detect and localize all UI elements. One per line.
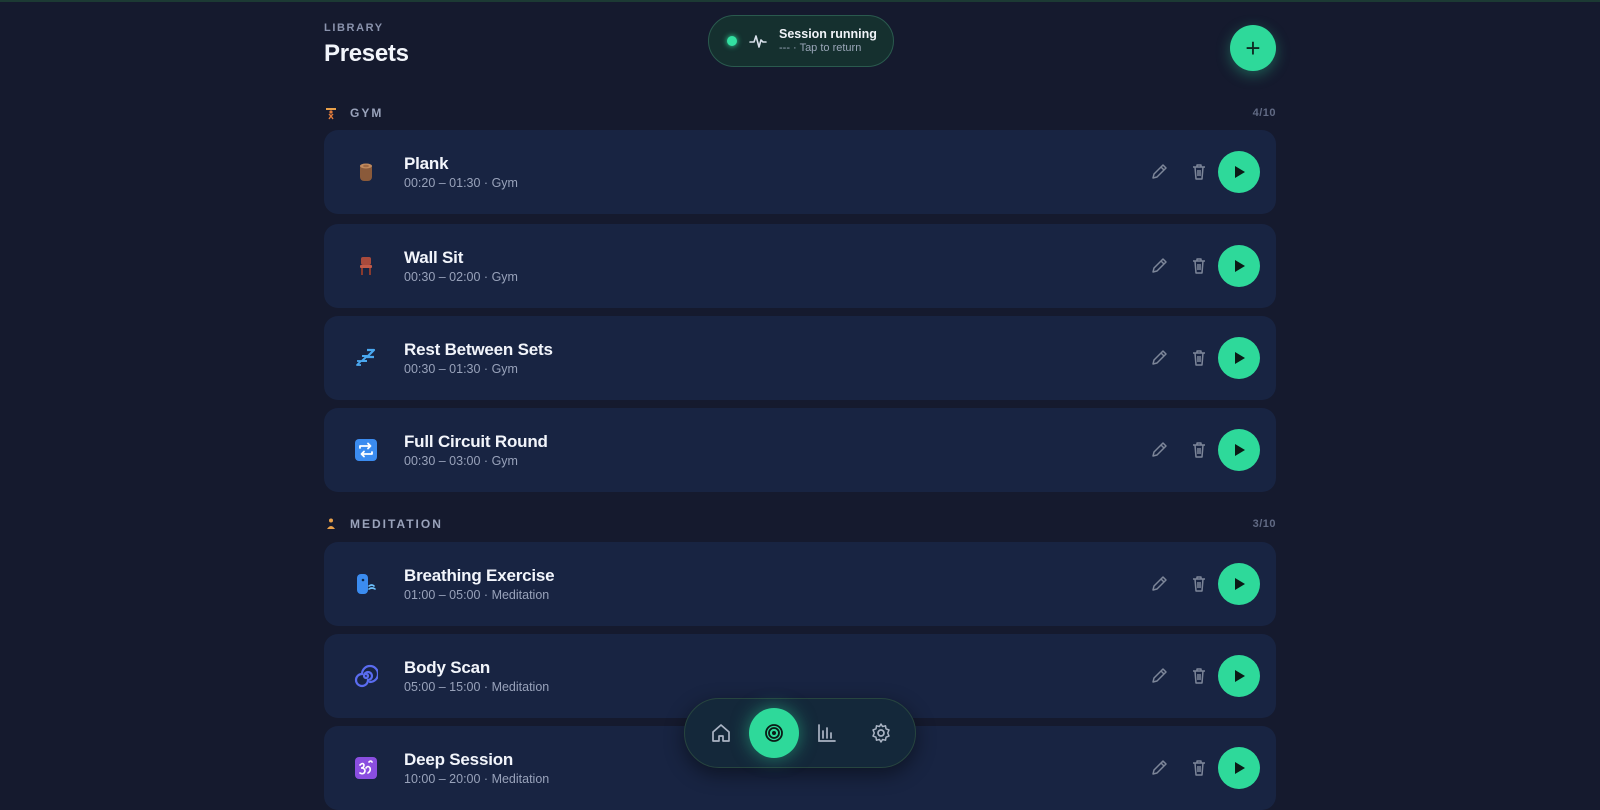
pencil-icon (1148, 161, 1170, 183)
pencil-icon (1148, 665, 1170, 687)
pencil-icon (1148, 347, 1170, 369)
preset-card-breathing-exercise[interactable]: Breathing Exercise 01:00 – 05:00 · Medit… (324, 542, 1276, 626)
play-icon (1231, 668, 1247, 684)
preset-card-plank[interactable]: Plank 00:20 – 01:30 · Gym (324, 130, 1276, 214)
delete-button[interactable] (1188, 757, 1210, 779)
preset-name: Rest Between Sets (404, 339, 553, 360)
trash-icon (1188, 439, 1210, 461)
preset-meta: 01:00 – 05:00 · Meditation (404, 587, 554, 603)
preset-meta: 05:00 – 15:00 · Meditation (404, 679, 549, 695)
play-button[interactable] (1218, 337, 1260, 379)
preset-name: Full Circuit Round (404, 431, 548, 452)
blowing-face-icon (354, 572, 378, 596)
page-eyebrow: LIBRARY (324, 22, 384, 34)
delete-button[interactable] (1188, 255, 1210, 277)
session-running-pill[interactable]: Session running --- · Tap to return (708, 15, 894, 67)
weightlifter-icon (324, 106, 338, 120)
delete-button[interactable] (1188, 347, 1210, 369)
chair-icon (354, 254, 378, 278)
section-header-gym: GYM 4/10 (324, 104, 1276, 122)
preset-meta: 00:30 – 03:00 · Gym (404, 453, 548, 469)
stats-icon[interactable] (815, 721, 839, 745)
nav-presets-active[interactable] (749, 708, 799, 758)
play-button[interactable] (1218, 151, 1260, 193)
play-button[interactable] (1218, 747, 1260, 789)
edit-button[interactable] (1148, 347, 1170, 369)
section-name-meditation: MEDITATION (350, 517, 443, 531)
preset-card-rest-between-sets[interactable]: Rest Between Sets 00:30 – 01:30 · Gym (324, 316, 1276, 400)
preset-meta: 00:30 – 02:00 · Gym (404, 269, 518, 285)
session-subtitle: --- · Tap to return (779, 42, 877, 55)
trash-icon (1188, 161, 1210, 183)
spiral-icon (354, 664, 378, 688)
section-count-meditation: 3/10 (1253, 518, 1276, 530)
trash-icon (1188, 665, 1210, 687)
section-count-gym: 4/10 (1253, 107, 1276, 119)
pencil-icon (1148, 439, 1170, 461)
delete-button[interactable] (1188, 161, 1210, 183)
edit-button[interactable] (1148, 439, 1170, 461)
trash-icon (1188, 347, 1210, 369)
bottom-nav (684, 698, 916, 768)
preset-meta: 00:30 – 01:30 · Gym (404, 361, 553, 377)
play-icon (1231, 164, 1247, 180)
pencil-icon (1148, 255, 1170, 277)
preset-name: Wall Sit (404, 247, 518, 268)
page-title: Presets (324, 40, 409, 68)
home-icon[interactable] (709, 721, 733, 745)
pencil-icon (1148, 757, 1170, 779)
activity-pulse-icon (749, 32, 767, 50)
pencil-icon (1148, 573, 1170, 595)
play-icon (1231, 442, 1247, 458)
zzz-icon (354, 346, 378, 370)
om-icon (354, 756, 378, 780)
preset-card-full-circuit-round[interactable]: Full Circuit Round 00:30 – 03:00 · Gym (324, 408, 1276, 492)
preset-name: Body Scan (404, 657, 549, 678)
play-icon (1231, 350, 1247, 366)
preset-card-wall-sit[interactable]: Wall Sit 00:30 – 02:00 · Gym (324, 224, 1276, 308)
play-button[interactable] (1218, 655, 1260, 697)
session-status-dot (727, 36, 737, 46)
play-button[interactable] (1218, 429, 1260, 471)
lotus-person-icon (324, 517, 338, 531)
edit-button[interactable] (1148, 573, 1170, 595)
play-icon (1231, 576, 1247, 592)
edit-button[interactable] (1148, 255, 1170, 277)
preset-name: Breathing Exercise (404, 565, 554, 586)
settings-icon[interactable] (869, 721, 893, 745)
delete-button[interactable] (1188, 439, 1210, 461)
trash-icon (1188, 757, 1210, 779)
add-preset-button[interactable]: + (1230, 25, 1276, 71)
play-button[interactable] (1218, 245, 1260, 287)
play-icon (1231, 760, 1247, 776)
repeat-icon (354, 438, 378, 462)
edit-button[interactable] (1148, 665, 1170, 687)
delete-button[interactable] (1188, 573, 1210, 595)
play-button[interactable] (1218, 563, 1260, 605)
trash-icon (1188, 573, 1210, 595)
preset-meta: 00:20 – 01:30 · Gym (404, 175, 518, 191)
delete-button[interactable] (1188, 665, 1210, 687)
preset-name: Plank (404, 153, 518, 174)
preset-name: Deep Session (404, 749, 549, 770)
play-icon (1231, 258, 1247, 274)
session-title: Session running (779, 27, 877, 42)
target-icon (762, 721, 786, 745)
preset-meta: 10:00 – 20:00 · Meditation (404, 771, 549, 787)
presets-page: LIBRARY Presets Session running --- · Ta… (324, 0, 1276, 786)
section-name-gym: GYM (350, 106, 383, 120)
section-header-meditation: MEDITATION 3/10 (324, 515, 1276, 533)
trash-icon (1188, 255, 1210, 277)
edit-button[interactable] (1148, 161, 1170, 183)
edit-button[interactable] (1148, 757, 1170, 779)
wood-log-icon (354, 160, 378, 184)
